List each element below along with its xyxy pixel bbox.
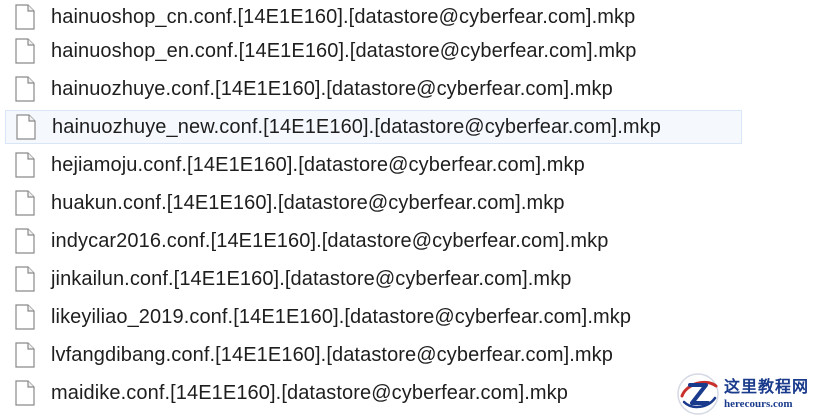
file-list: hainuoshop_cn.conf.[14E1E160].[datastore… [0,0,820,416]
file-name: jinkailun.conf.[14E1E160].[datastore@cyb… [51,267,572,290]
file-row[interactable]: hainuozhuye.conf.[14E1E160].[datastore@c… [5,72,820,106]
file-name: hainuoshop_en.conf.[14E1E160].[datastore… [51,39,637,62]
document-icon [15,76,35,102]
document-icon [15,266,35,292]
watermark: 这里教程网 herecours.com [676,372,820,416]
document-icon [15,152,35,178]
file-name: hainuozhuye.conf.[14E1E160].[datastore@c… [51,77,613,100]
document-icon [15,38,35,64]
watermark-text: 这里教程网 herecours.com [724,376,810,410]
file-name: huakun.conf.[14E1E160].[datastore@cyberf… [51,191,565,214]
document-icon [15,4,35,30]
document-icon [16,114,36,140]
file-name: hejiamoju.conf.[14E1E160].[datastore@cyb… [51,153,585,176]
document-icon [15,228,35,254]
file-name: lvfangdibang.conf.[14E1E160].[datastore@… [51,343,613,366]
watermark-url: herecours.com [724,397,793,410]
file-row[interactable]: hainuoshop_cn.conf.[14E1E160].[datastore… [5,0,820,34]
document-icon [15,342,35,368]
file-row[interactable]: hainuoshop_en.conf.[14E1E160].[datastore… [5,34,820,68]
watermark-title: 这里教程网 [724,376,810,396]
file-row[interactable]: indycar2016.conf.[14E1E160].[datastore@c… [5,224,820,258]
file-row[interactable]: hejiamoju.conf.[14E1E160].[datastore@cyb… [5,148,820,182]
z-logo-icon [677,373,719,415]
document-icon [15,304,35,330]
document-icon [15,380,35,406]
file-name: hainuoshop_cn.conf.[14E1E160].[datastore… [51,5,636,28]
file-name: likeyiliao_2019.conf.[14E1E160].[datasto… [51,305,632,328]
file-row[interactable]: likeyiliao_2019.conf.[14E1E160].[datasto… [5,300,820,334]
file-row[interactable]: lvfangdibang.conf.[14E1E160].[datastore@… [5,338,820,372]
file-name: maidike.conf.[14E1E160].[datastore@cyber… [51,381,568,404]
document-icon [15,190,35,216]
file-row[interactable]: hainuozhuye_new.conf.[14E1E160].[datasto… [5,110,742,144]
file-name: hainuozhuye_new.conf.[14E1E160].[datasto… [52,115,661,138]
file-name: indycar2016.conf.[14E1E160].[datastore@c… [51,229,609,252]
file-row[interactable]: jinkailun.conf.[14E1E160].[datastore@cyb… [5,262,820,296]
file-row[interactable]: huakun.conf.[14E1E160].[datastore@cyberf… [5,186,820,220]
